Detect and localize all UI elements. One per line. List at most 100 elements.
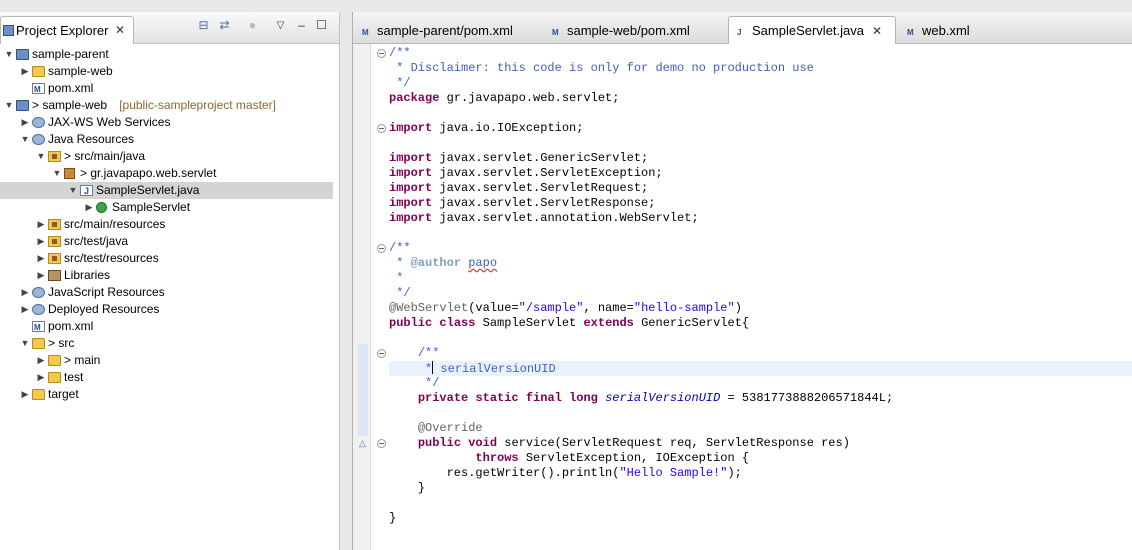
tree-item[interactable]: ▼ Java Resources — [0, 131, 333, 148]
code-line[interactable] — [389, 226, 1132, 241]
tree-item[interactable]: ▼ > src/main/java — [0, 148, 333, 165]
code-line[interactable]: } — [389, 511, 1132, 526]
code-line[interactable]: } — [389, 481, 1132, 496]
code-line[interactable]: @Override — [389, 421, 1132, 436]
tree-item[interactable]: ▶ src/test/resources — [0, 250, 333, 267]
editor-tab[interactable]: Msample-web/pom.xml — [543, 16, 728, 44]
tree-item[interactable]: ▶ src/test/java — [0, 233, 333, 250]
code-line[interactable]: res.getWriter().println("Hello Sample!")… — [389, 466, 1132, 481]
editor-tab-label: web.xml — [922, 23, 970, 38]
code-line[interactable]: import javax.servlet.GenericServlet; — [389, 151, 1132, 166]
code-line[interactable] — [389, 496, 1132, 511]
collapsed-arrow-icon[interactable]: ▶ — [36, 267, 46, 284]
collapsed-arrow-icon[interactable]: ▶ — [20, 301, 30, 318]
code-line[interactable]: */ — [389, 76, 1132, 91]
code-line[interactable]: import javax.servlet.ServletException; — [389, 166, 1132, 181]
code-token: * — [425, 362, 433, 376]
code-line[interactable]: import javax.servlet.ServletResponse; — [389, 196, 1132, 211]
editor-tab[interactable]: Msample-parent/pom.xml — [353, 16, 543, 44]
editor-tab[interactable]: J SampleServlet.java ✕ — [728, 16, 896, 44]
code-line[interactable]: /** — [389, 46, 1132, 61]
code-line[interactable]: */ — [389, 376, 1132, 391]
tree-item[interactable]: ▶ test — [0, 369, 333, 386]
tree-item[interactable]: ▼ SampleServlet.java — [0, 182, 333, 200]
collapsed-arrow-icon[interactable]: ▶ — [36, 250, 46, 267]
view-menu-icon[interactable]: ▽ — [273, 18, 288, 33]
code-line[interactable]: * Disclaimer: this code is only for demo… — [389, 61, 1132, 76]
expanded-arrow-icon[interactable]: ▼ — [36, 148, 46, 165]
code-line[interactable]: /** — [389, 346, 1132, 361]
tree-item-label: src/main/resources — [64, 217, 166, 231]
fold-toggle-icon[interactable] — [377, 124, 386, 133]
tree-item[interactable]: pom.xml — [0, 80, 333, 98]
expanded-arrow-icon[interactable]: ▼ — [20, 335, 30, 352]
code-line[interactable]: public void service(ServletRequest req, … — [389, 436, 1132, 451]
collapsed-arrow-icon[interactable]: ▶ — [20, 284, 30, 301]
code-line[interactable]: * @author papo — [389, 256, 1132, 271]
code-token: public — [389, 316, 433, 330]
collapsed-arrow-icon[interactable]: ▶ — [36, 369, 46, 386]
code-token: final — [525, 391, 562, 405]
close-icon[interactable]: ✕ — [872, 24, 882, 38]
code-line[interactable]: @WebServlet(value="/sample", name="hello… — [389, 301, 1132, 316]
maximize-icon[interactable]: ☐ — [314, 18, 329, 33]
tree-item[interactable]: ▼ > sample-web [public-sampleproject maste… — [0, 97, 333, 114]
code-line[interactable]: import java.io.IOException; — [389, 121, 1132, 136]
code-line[interactable]: * — [389, 271, 1132, 286]
expanded-arrow-icon[interactable]: ▼ — [68, 182, 78, 199]
expanded-arrow-icon[interactable]: ▼ — [52, 165, 62, 182]
tree-item[interactable]: ▶ JAX-WS Web Services — [0, 114, 333, 131]
code-line[interactable]: /** — [389, 241, 1132, 256]
link-with-editor-icon[interactable]: ⇄ — [217, 18, 232, 33]
collapsed-arrow-icon[interactable]: ▶ — [20, 63, 30, 80]
code-line[interactable]: import javax.servlet.annotation.WebServl… — [389, 211, 1132, 226]
code-line[interactable]: private static final long serialVersionU… — [389, 391, 1132, 406]
fold-toggle-icon[interactable] — [377, 439, 386, 448]
editor-tab[interactable]: Mweb.xml — [898, 16, 988, 44]
collapsed-arrow-icon[interactable]: ▶ — [20, 386, 30, 403]
expanded-arrow-icon[interactable]: ▼ — [4, 97, 14, 114]
code-line[interactable]: package gr.javapapo.web.servlet; — [389, 91, 1132, 106]
close-icon[interactable]: ✕ — [115, 23, 125, 37]
tree-item[interactable]: ▶ sample-web — [0, 63, 333, 80]
code-token: import — [389, 181, 433, 195]
collapsed-arrow-icon[interactable]: ▶ — [36, 233, 46, 250]
tree-item[interactable]: ▶ Libraries — [0, 267, 333, 284]
tree-item[interactable]: ▶ JavaScript Resources — [0, 284, 333, 301]
code-line[interactable] — [389, 331, 1132, 346]
code-line[interactable] — [389, 136, 1132, 151]
code-token: * — [389, 271, 404, 285]
expanded-arrow-icon[interactable]: ▼ — [20, 131, 30, 148]
tree-item[interactable]: ▶ SampleServlet — [0, 199, 333, 216]
collapsed-arrow-icon[interactable]: ▶ — [36, 216, 46, 233]
code-line[interactable]: * serialVersionUID — [389, 361, 1132, 376]
tree-item[interactable]: ▶ target — [0, 386, 333, 403]
minimize-icon[interactable]: – — [294, 18, 309, 33]
tree-item[interactable]: pom.xml — [0, 318, 333, 336]
tree-item[interactable]: ▶ Deployed Resources — [0, 301, 333, 318]
code-line[interactable]: throws ServletException, IOException { — [389, 451, 1132, 466]
collapsed-arrow-icon[interactable]: ▶ — [20, 114, 30, 131]
fold-toggle-icon[interactable] — [377, 244, 386, 253]
collapse-all-icon[interactable]: ⊟ — [196, 18, 211, 33]
code-line[interactable]: */ — [389, 286, 1132, 301]
folder-icon — [32, 389, 45, 400]
fold-toggle-icon[interactable] — [377, 349, 386, 358]
tree-item[interactable]: ▶ src/main/resources — [0, 216, 333, 233]
code-line[interactable]: public class SampleServlet extends Gener… — [389, 316, 1132, 331]
tab-project-explorer[interactable]: Project Explorer ✕ — [0, 16, 134, 44]
fold-toggle-icon[interactable] — [377, 49, 386, 58]
code-token: "Hello Sample!" — [619, 466, 728, 480]
code-line[interactable] — [389, 106, 1132, 121]
collapsed-arrow-icon[interactable]: ▶ — [84, 199, 94, 216]
code-line[interactable]: import javax.servlet.ServletRequest; — [389, 181, 1132, 196]
code-line[interactable] — [389, 406, 1132, 421]
collapsed-arrow-icon[interactable]: ▶ — [36, 352, 46, 369]
tree-item[interactable]: ▶ > main — [0, 352, 333, 369]
tree-item-label: target — [48, 387, 79, 401]
tree-item[interactable]: ▼ sample-parent — [0, 46, 333, 63]
focus-icon[interactable]: ● — [245, 18, 260, 33]
tree-item[interactable]: ▼ > gr.javapapo.web.servlet — [0, 165, 333, 182]
tree-item[interactable]: ▼ > src — [0, 335, 333, 352]
expanded-arrow-icon[interactable]: ▼ — [4, 46, 14, 63]
